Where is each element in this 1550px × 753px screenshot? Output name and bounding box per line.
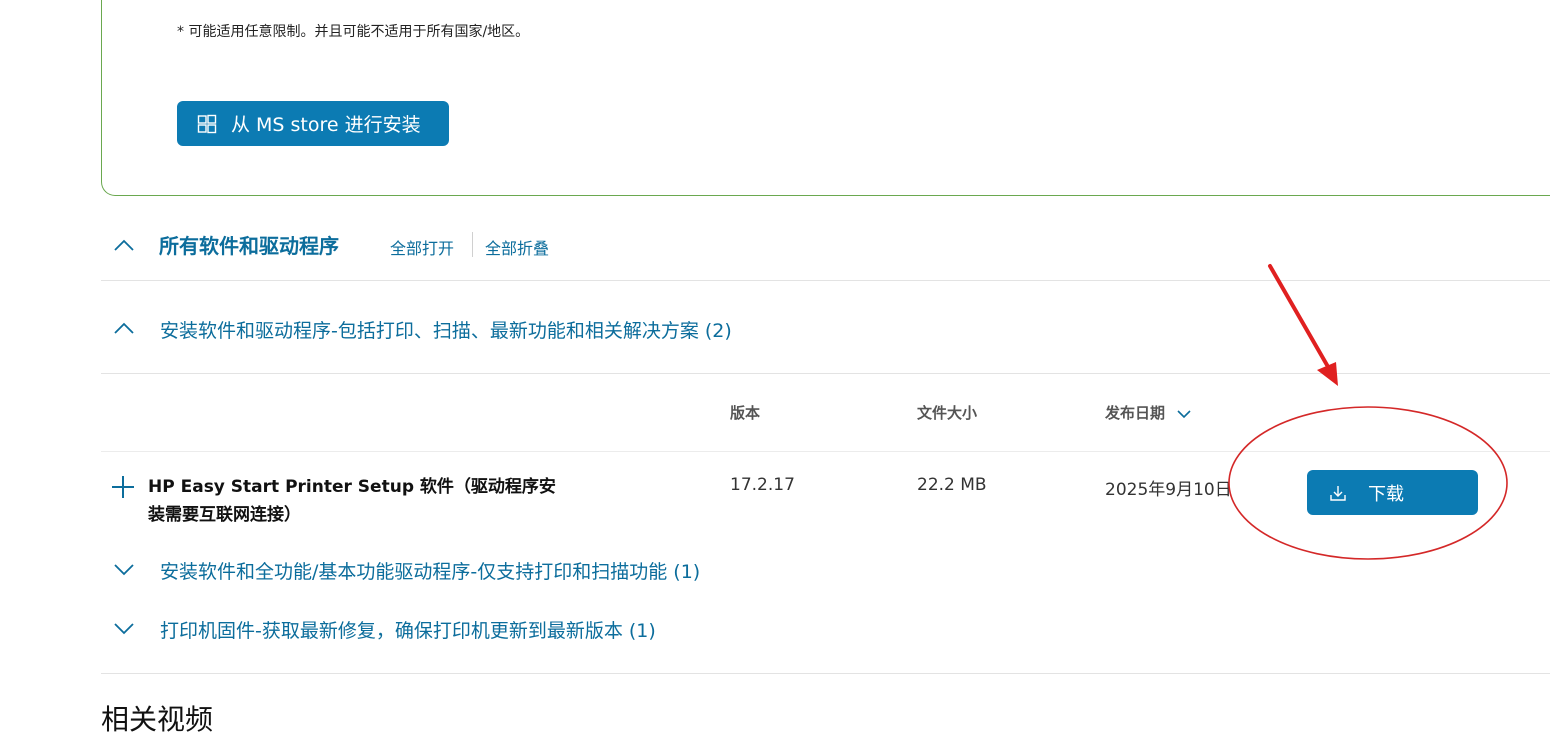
divider [101,280,1550,281]
download-icon [1328,483,1348,503]
divider [101,673,1550,674]
windows-logo-icon [197,114,217,134]
chevron-down-icon[interactable] [113,562,135,576]
chevron-down-icon[interactable] [113,621,135,635]
ms-store-button-label: 从 MS store 进行安装 [231,114,421,136]
expand-all-link[interactable]: 全部打开 [390,235,454,259]
annotation-arrow-shaft [1268,264,1333,374]
availability-note: * 可能适用任意限制。并且可能不适用于所有国家/地区。 [177,24,530,40]
collapse-all-link[interactable]: 全部折叠 [485,235,549,259]
annotation-arrow-head [1317,362,1338,386]
divider [472,232,473,257]
install-from-ms-store-button[interactable]: 从 MS store 进行安装 [177,101,449,146]
divider [101,373,1550,374]
category-full-feature-driver-title[interactable]: 安装软件和全功能/基本功能驱动程序-仅支持打印和扫描功能 (1) [160,557,700,584]
category-install-software-title[interactable]: 安装软件和驱动程序-包括打印、扫描、最新功能和相关解决方案 (2) [160,316,732,343]
driver-release-date: 2025年9月10日 [1105,480,1232,500]
chevron-up-icon[interactable] [113,237,135,251]
driver-name: HP Easy Start Printer Setup 软件（驱动程序安装需要互… [148,477,556,525]
related-videos-heading: 相关视频 [101,703,214,736]
expand-row-plus-icon[interactable] [112,476,134,498]
category-firmware-title[interactable]: 打印机固件-获取最新修复，确保打印机更新到最新版本 (1) [160,616,656,643]
page: * 可能适用任意限制。并且可能不适用于所有国家/地区。 从 MS store 进… [0,0,1550,753]
download-button[interactable]: 下载 [1307,470,1478,515]
release-date-header-label: 发布日期 [1105,404,1166,422]
column-header-release-date[interactable]: 发布日期 [1105,402,1192,423]
all-software-title: 所有软件和驱动程序 [159,234,339,258]
chevron-down-icon [1176,405,1192,423]
divider [101,451,1550,452]
chevron-up-icon[interactable] [113,320,135,334]
column-header-version: 版本 [730,404,761,422]
download-button-label: 下载 [1368,483,1404,505]
driver-file-size: 22.2 MB [917,475,987,495]
column-header-file-size: 文件大小 [917,404,978,422]
driver-version: 17.2.17 [730,475,795,495]
